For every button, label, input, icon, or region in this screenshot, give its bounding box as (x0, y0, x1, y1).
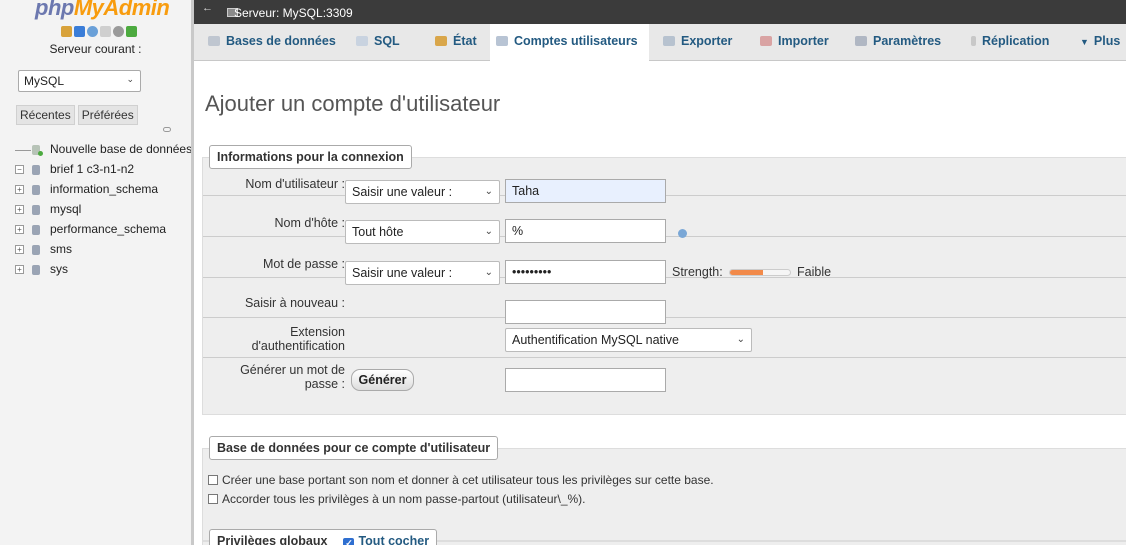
link-with-main-panel-icon[interactable] (163, 127, 171, 132)
tree-line (15, 150, 31, 151)
password-row: Mot de passe : Saisir une valeur : ⌄ ••••… (203, 237, 1126, 285)
tab-status[interactable]: État (429, 24, 477, 61)
database-icon (32, 225, 40, 235)
retype-label: Saisir à nouveau : (244, 296, 345, 310)
strength-text: Faible (797, 265, 832, 279)
generate-button[interactable]: Générer (351, 369, 414, 391)
phpmyadmin-logo[interactable]: phpMyAdmin (35, 0, 170, 21)
phpmyadmin-window: phpMyAdmin Serveur courant : MySQL ⌄ Réce… (0, 0, 1126, 545)
login-info-fieldset: Informations pour la connexion Nom d'uti… (202, 145, 1126, 416)
collapse-icon[interactable]: − (15, 165, 24, 174)
user-database-legend: Base de données pour ce compte d'utilisa… (209, 436, 499, 460)
tab-more[interactable]: ▼ Plus (1074, 24, 1120, 61)
chevron-down-icon: ⌄ (484, 267, 493, 278)
main-tabs: Bases de données SQL État Comptes utilis… (194, 24, 1126, 62)
tab-import[interactable]: Importer (754, 24, 829, 61)
strength-meter-fill (730, 270, 763, 275)
plus-icon (38, 151, 43, 156)
wrench-icon (855, 36, 867, 46)
checkbox[interactable] (208, 475, 218, 485)
global-privileges-fieldset: Privilèges globaux ✓ Tout cocher (202, 529, 1126, 545)
logout-icon[interactable] (74, 26, 85, 37)
triangle-down-icon: ▼ (1080, 37, 1089, 47)
tab-user-accounts[interactable]: Comptes utilisateurs (490, 24, 649, 62)
auth-plugin-row: Extension d'authentification Authentifica… (203, 318, 1126, 358)
main-content: Ajouter un compte d'utilisateur Informat… (194, 61, 1126, 545)
generated-password-input[interactable] (505, 368, 666, 392)
database-icon (32, 265, 40, 275)
strength-label: Strength: (672, 265, 723, 279)
favorites-tab[interactable]: Préférées (77, 105, 138, 125)
tab-settings[interactable]: Paramètres (849, 24, 941, 61)
checked-checkbox[interactable]: ✓ (343, 538, 355, 545)
settings-icon[interactable] (113, 26, 124, 37)
server-select[interactable]: MySQL ⌄ (18, 70, 141, 92)
host-label: Nom d'hôte : (274, 216, 345, 230)
status-icon (435, 36, 447, 46)
users-icon (496, 36, 508, 46)
auth-plugin-select[interactable]: Authentification MySQL native ⌄ (505, 328, 752, 352)
chevron-down-icon: ⌄ (736, 334, 745, 345)
database-icon (208, 36, 220, 46)
database-icon (32, 185, 40, 195)
generate-password-label: Générer un mot de passe : (240, 363, 345, 391)
user-database-fieldset: Base de données pour ce compte d'utilisa… (202, 436, 1126, 541)
tab-replication[interactable]: Réplication (965, 24, 1049, 61)
chevron-down-icon: ⌄ (484, 226, 493, 237)
collapse-sidebar-icon[interactable]: ← (202, 3, 213, 14)
expand-icon[interactable]: + (15, 245, 24, 254)
auth-plugin-label: Extension d'authentification (251, 325, 345, 353)
check-all-label[interactable]: Tout cocher (358, 534, 429, 545)
navigation-sidebar: phpMyAdmin Serveur courant : MySQL ⌄ Réce… (0, 0, 191, 545)
expand-icon[interactable]: + (15, 265, 24, 274)
strength-meter (729, 269, 791, 276)
chevron-down-icon: ⌄ (126, 74, 134, 84)
import-icon (760, 36, 772, 46)
wildcard-privileges-option[interactable]: Accorder tous les privilèges à un nom pa… (208, 492, 586, 506)
checkbox[interactable] (208, 494, 218, 504)
recent-tab[interactable]: Récentes (16, 105, 75, 125)
help-icon[interactable] (87, 26, 98, 37)
expand-icon[interactable]: + (15, 185, 24, 194)
username-row: Nom d'utilisateur : Saisir une valeur : ⌄… (203, 158, 1126, 204)
database-icon (32, 245, 40, 255)
replication-icon (971, 36, 976, 46)
current-server-label: Serveur courant : (49, 42, 142, 56)
home-icon[interactable] (61, 26, 72, 37)
docs-icon[interactable] (100, 26, 111, 37)
password-label: Mot de passe : (263, 257, 345, 271)
breadcrumb-bar: ← Serveur: MySQL:3309 (194, 0, 1126, 24)
database-icon (32, 205, 40, 215)
tab-sql[interactable]: SQL (350, 24, 400, 61)
page-title: Ajouter un compte d'utilisateur (205, 91, 501, 116)
reload-icon[interactable] (126, 26, 137, 37)
retype-row: Saisir à nouveau : (203, 278, 1126, 324)
create-db-option[interactable]: Créer une base portant son nom et donner… (208, 473, 714, 487)
expand-icon[interactable]: + (15, 225, 24, 234)
recent-favorites-tabs: Récentes Préférées (16, 105, 138, 125)
generate-password-row: Générer un mot de passe : Générer (203, 358, 1126, 416)
sql-icon (356, 36, 368, 46)
quick-links (61, 26, 137, 37)
username-label: Nom d'utilisateur : (245, 177, 345, 191)
database-icon (32, 165, 40, 175)
tab-export[interactable]: Exporter (657, 24, 732, 61)
global-privileges-legend: Privilèges globaux ✓ Tout cocher (209, 529, 438, 545)
expand-icon[interactable]: + (15, 205, 24, 214)
host-row: Nom d'hôte : Tout hôte ⌄ % (203, 196, 1126, 244)
tab-databases[interactable]: Bases de données (202, 24, 336, 61)
breadcrumb-server[interactable]: Serveur: MySQL:3309 (234, 6, 353, 20)
export-icon (663, 36, 675, 46)
